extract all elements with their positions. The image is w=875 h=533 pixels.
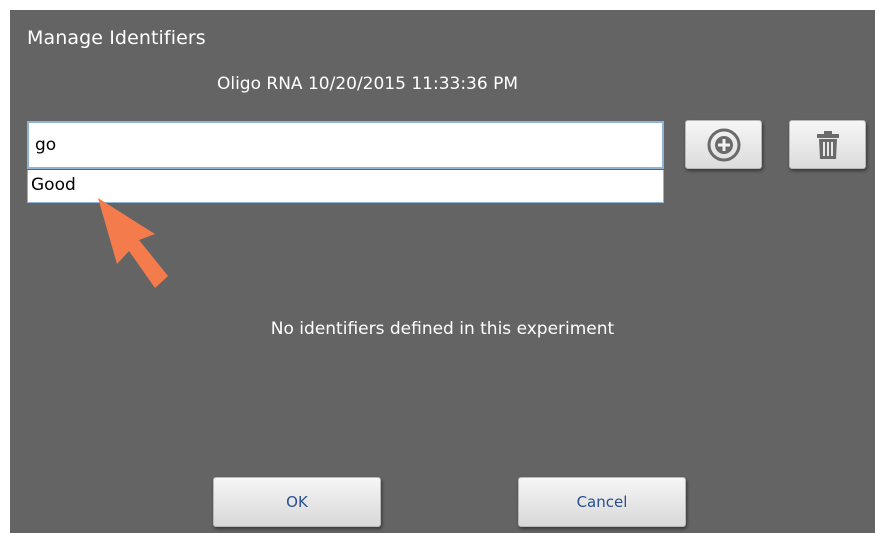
cancel-button[interactable]: Cancel bbox=[518, 477, 686, 527]
manage-identifiers-dialog: Manage Identifiers Oligo RNA 10/20/2015 … bbox=[10, 10, 875, 533]
delete-identifier-button[interactable] bbox=[789, 120, 866, 169]
autocomplete-option[interactable]: Good bbox=[31, 175, 76, 195]
dialog-title: Manage Identifiers bbox=[27, 27, 206, 49]
empty-state-message: No identifiers defined in this experimen… bbox=[270, 319, 615, 339]
experiment-subtitle: Oligo RNA 10/20/2015 11:33:36 PM bbox=[216, 74, 519, 94]
ok-button[interactable]: OK bbox=[213, 477, 381, 527]
trash-icon bbox=[816, 130, 839, 159]
add-identifier-button[interactable] bbox=[685, 120, 762, 169]
identifier-input[interactable] bbox=[27, 121, 664, 169]
plus-circle-icon bbox=[707, 128, 740, 161]
pointer-arrow-annotation bbox=[98, 198, 168, 288]
